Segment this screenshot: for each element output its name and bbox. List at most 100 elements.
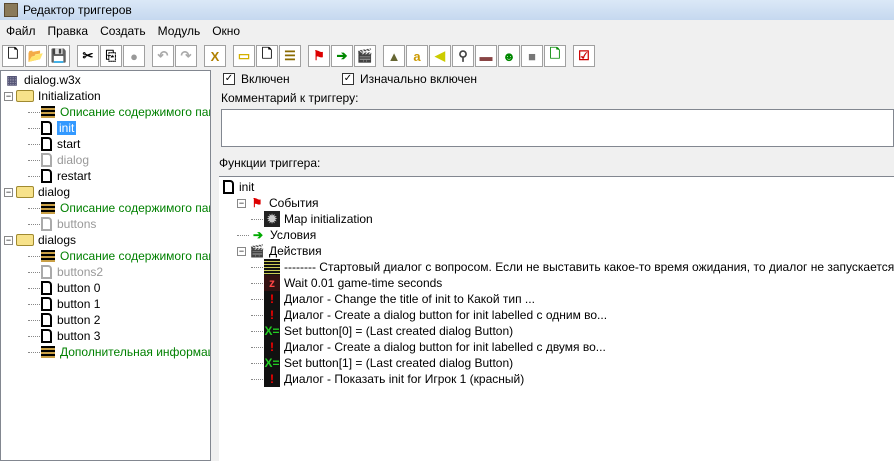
tree-item[interactable]: dialog bbox=[28, 152, 89, 168]
initially-on-checkbox[interactable]: ✓ Изначально включен bbox=[342, 71, 477, 87]
tree-item[interactable]: Описание содержимого папки bbox=[28, 200, 210, 216]
new-event-icon: ⚑ bbox=[313, 48, 325, 63]
import-manager-button[interactable]: 🗋 bbox=[544, 45, 566, 67]
test-map-button[interactable]: ☑ bbox=[573, 45, 595, 67]
redo-button[interactable]: ↷ bbox=[175, 45, 197, 67]
collapse-icon[interactable]: − bbox=[237, 246, 246, 256]
tree-folder[interactable]: − dialogs bbox=[4, 232, 76, 248]
trigger-editor: ✓ Включен ✓ Изначально включен Комментарий… bbox=[215, 68, 894, 461]
tree-item[interactable]: X= Set button[1] = (Last created dialog B… bbox=[251, 355, 513, 371]
comment-icon bbox=[41, 250, 55, 262]
new-condition-button[interactable]: ➔ bbox=[331, 45, 353, 67]
map-icon: ▦ bbox=[6, 73, 18, 87]
document-icon bbox=[41, 169, 52, 183]
menu-1[interactable]: Правка bbox=[42, 24, 95, 38]
functions-tree[interactable]: init − ⚑ События ✹ Map initialization ➔ Условия… bbox=[219, 176, 894, 461]
tree-connector bbox=[28, 351, 40, 353]
tree-item[interactable]: init bbox=[28, 120, 77, 136]
terrain-editor-icon: ▲ bbox=[387, 48, 401, 64]
tree-connector bbox=[251, 362, 263, 364]
paste-button[interactable]: ● bbox=[123, 45, 145, 67]
collapse-icon[interactable]: − bbox=[4, 91, 13, 101]
copy-button[interactable]: ⎘ bbox=[100, 45, 122, 67]
document-icon bbox=[41, 329, 52, 343]
object-manager-button[interactable]: ■ bbox=[521, 45, 543, 67]
tree-item[interactable]: ▦ dialog.w3x bbox=[4, 72, 80, 88]
tree-item[interactable]: Дополнительная информация bbox=[28, 344, 211, 360]
new-trigger-button[interactable]: 🗋 bbox=[256, 45, 278, 67]
terrain-editor-button[interactable]: ▲ bbox=[383, 45, 405, 67]
object-editor-button[interactable]: ⚲ bbox=[452, 45, 474, 67]
sound-editor-button[interactable]: ◀ bbox=[429, 45, 451, 67]
item-label: dialog bbox=[57, 153, 90, 167]
tree-item[interactable]: button 3 bbox=[28, 328, 100, 344]
tree-item[interactable]: buttons2 bbox=[28, 264, 103, 280]
tree-connector bbox=[28, 111, 40, 113]
collapse-icon[interactable]: − bbox=[4, 235, 13, 245]
tree-item[interactable]: ! Диалог - Change the title of init to Ка… bbox=[251, 291, 535, 307]
menu-3[interactable]: Модуль bbox=[152, 24, 207, 38]
enabled-label: Включен bbox=[241, 72, 290, 86]
undo-icon: ↶ bbox=[157, 48, 169, 63]
tree-connector bbox=[28, 175, 40, 177]
save-button[interactable]: 💾 bbox=[48, 45, 70, 67]
cut-button[interactable]: ✂ bbox=[77, 45, 99, 67]
variables-icon: X bbox=[210, 48, 220, 64]
window-title: Редактор триггеров bbox=[23, 3, 132, 17]
tree-folder[interactable]: − dialog bbox=[4, 184, 70, 200]
tree-item[interactable]: start bbox=[28, 136, 80, 152]
collapse-icon[interactable]: − bbox=[4, 187, 13, 197]
tree-item[interactable]: z Wait 0.01 game-time seconds bbox=[251, 275, 442, 291]
new-comment-icon: ☰ bbox=[284, 48, 296, 63]
new-event-button[interactable]: ⚑ bbox=[308, 45, 330, 67]
trigger-editor-button[interactable]: a bbox=[406, 45, 428, 67]
item-label: restart bbox=[57, 169, 92, 183]
tree-item[interactable]: buttons bbox=[28, 216, 96, 232]
new-action-button[interactable]: 🎬 bbox=[354, 45, 376, 67]
tree-item[interactable]: button 2 bbox=[28, 312, 100, 328]
tree-item[interactable]: X= Set button[0] = (Last created dialog B… bbox=[251, 323, 513, 339]
item-label: button 1 bbox=[57, 297, 101, 311]
tree-folder[interactable]: − Initialization bbox=[4, 88, 101, 104]
document-icon bbox=[41, 297, 52, 311]
check-icon: ✓ bbox=[223, 73, 235, 85]
tree-item[interactable]: init bbox=[223, 179, 254, 195]
tree-item[interactable]: button 0 bbox=[28, 280, 100, 296]
item-label: Map initialization bbox=[284, 212, 373, 226]
new-comment-button[interactable]: ☰ bbox=[279, 45, 301, 67]
menu-2[interactable]: Создать bbox=[94, 24, 152, 38]
tree-connector bbox=[237, 234, 249, 236]
menu-0[interactable]: Файл bbox=[0, 24, 42, 38]
tree-item[interactable]: Описание содержимого папки bbox=[28, 104, 210, 120]
new-button[interactable]: 🗋 bbox=[2, 45, 24, 67]
collapse-icon[interactable]: − bbox=[237, 198, 246, 208]
tree-item[interactable]: − 🎬 Действия bbox=[237, 243, 322, 259]
test-map-icon: ☑ bbox=[578, 48, 590, 63]
enabled-checkbox[interactable]: ✓ Включен bbox=[223, 71, 290, 87]
condition-icon: ➔ bbox=[250, 227, 266, 243]
open-button[interactable]: 📂 bbox=[25, 45, 47, 67]
tree-item[interactable]: restart bbox=[28, 168, 91, 184]
ai-editor-button[interactable]: ☻ bbox=[498, 45, 520, 67]
menu-4[interactable]: Окно bbox=[206, 24, 246, 38]
undo-button[interactable]: ↶ bbox=[152, 45, 174, 67]
variables-button[interactable]: X bbox=[204, 45, 226, 67]
tree-item[interactable]: button 1 bbox=[28, 296, 100, 312]
tree-item[interactable]: ! Диалог - Показать init for Игрок 1 (кра… bbox=[251, 371, 524, 387]
new-category-button[interactable]: ▭ bbox=[233, 45, 255, 67]
item-label: Дополнительная информация bbox=[60, 345, 211, 359]
tree-item[interactable]: ✹ Map initialization bbox=[251, 211, 373, 227]
campaign-editor-button[interactable]: ▬ bbox=[475, 45, 497, 67]
copy-icon: ⎘ bbox=[105, 48, 117, 63]
comment-icon bbox=[41, 106, 55, 118]
tree-item[interactable]: ➔ Условия bbox=[237, 227, 316, 243]
set-variable-icon: X= bbox=[264, 355, 280, 371]
comment-icon bbox=[264, 259, 280, 275]
tree-item[interactable]: ! Диалог - Create a dialog button for ini… bbox=[251, 307, 607, 323]
tree-item[interactable]: Описание содержимого папки bbox=[28, 248, 210, 264]
trigger-tree[interactable]: ▦ dialog.w3x − Initialization Описание содер… bbox=[0, 70, 211, 461]
tree-item[interactable]: − ⚑ События bbox=[237, 195, 319, 211]
tree-item[interactable]: -------- Стартовый диалог с вопросом. Ес… bbox=[251, 259, 894, 275]
tree-item[interactable]: ! Диалог - Create a dialog button for ini… bbox=[251, 339, 606, 355]
comment-textarea[interactable] bbox=[221, 109, 894, 147]
